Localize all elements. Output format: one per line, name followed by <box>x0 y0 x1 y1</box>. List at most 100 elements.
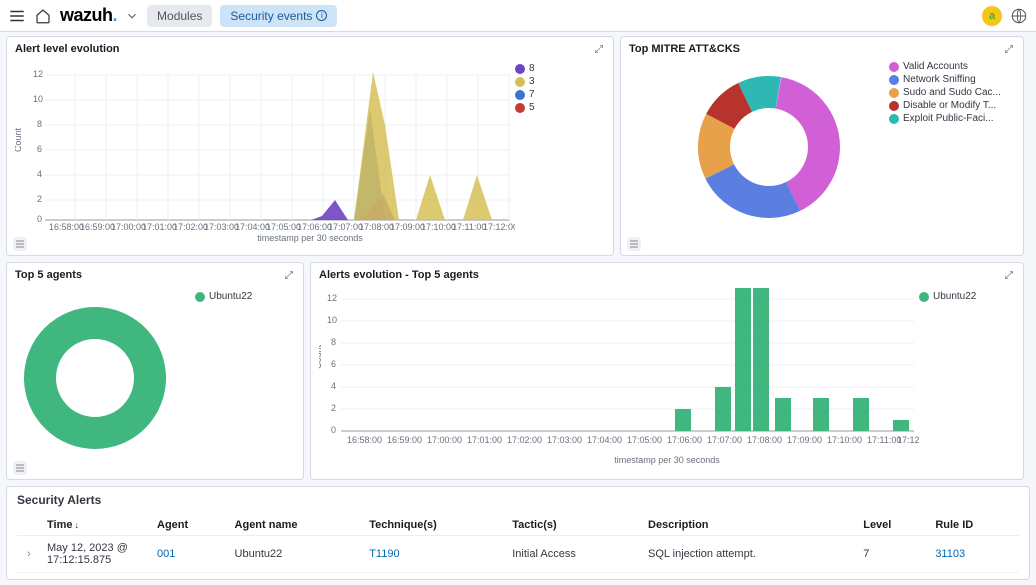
svg-text:17:03:00: 17:03:00 <box>547 435 582 445</box>
svg-text:17:03:00: 17:03:00 <box>204 222 239 232</box>
panel-top-mitre: Top MITRE ATT&CKS Valid Accounts Network… <box>620 36 1024 256</box>
svg-text:8: 8 <box>37 119 42 129</box>
svg-text:17:08:00: 17:08:00 <box>747 435 782 445</box>
cell-tactic: Initial Access <box>506 536 642 573</box>
table-row: › May 12, 2023 @ 17:12:15.875 001 Ubuntu… <box>17 536 1019 573</box>
logo: wazuh. <box>60 5 117 26</box>
svg-text:17:10:00: 17:10:00 <box>421 222 456 232</box>
svg-text:16:58:00: 16:58:00 <box>347 435 382 445</box>
svg-text:17:08:00: 17:08:00 <box>359 222 394 232</box>
svg-text:17:10:00: 17:10:00 <box>827 435 862 445</box>
panel-security-alerts: Security Alerts Time↓ Agent Agent name T… <box>6 486 1030 580</box>
home-icon[interactable] <box>34 7 52 25</box>
cell-technique-link[interactable]: T1190 <box>369 548 399 560</box>
expand-row-icon[interactable]: › <box>17 536 41 573</box>
top5-donut-chart <box>15 283 195 459</box>
svg-text:17:09:00: 17:09:00 <box>787 435 822 445</box>
svg-text:4: 4 <box>37 169 42 179</box>
svg-text:Count: Count <box>15 127 23 152</box>
svg-text:6: 6 <box>37 144 42 154</box>
svg-text:10: 10 <box>33 94 43 104</box>
sort-desc-icon: ↓ <box>74 520 79 530</box>
svg-text:8: 8 <box>331 337 336 347</box>
top5-legend: Ubuntu22 <box>195 283 252 459</box>
col-agent-name[interactable]: Agent name <box>229 515 364 536</box>
svg-text:17:00:00: 17:00:00 <box>427 435 462 445</box>
svg-text:17:05:00: 17:05:00 <box>627 435 662 445</box>
svg-text:17:04:00: 17:04:00 <box>587 435 622 445</box>
svg-text:17:12:00: 17:12:00 <box>483 222 515 232</box>
col-technique[interactable]: Technique(s) <box>363 515 506 536</box>
breadcrumb-security-events[interactable]: Security events i <box>220 5 337 27</box>
panel-top5-agents: Top 5 agents Ubuntu22 <box>6 262 304 480</box>
alert-level-chart: 121086420 16:58:0 <box>15 57 515 237</box>
svg-text:17:05:00: 17:05:00 <box>266 222 301 232</box>
panel-title: Top MITRE ATT&CKS <box>629 43 1015 55</box>
breadcrumb-modules[interactable]: Modules <box>147 5 212 27</box>
svg-text:0: 0 <box>37 214 42 224</box>
svg-text:17:09:00: 17:09:00 <box>390 222 425 232</box>
svg-text:17:07:00: 17:07:00 <box>328 222 363 232</box>
table-options-icon[interactable] <box>627 237 641 251</box>
cell-agent-link[interactable]: 001 <box>157 548 175 560</box>
expand-icon[interactable] <box>1003 43 1015 55</box>
svg-text:6: 6 <box>331 359 336 369</box>
table-title: Security Alerts <box>17 493 1019 507</box>
svg-text:Count: Count <box>319 344 323 369</box>
panel-title: Top 5 agents <box>15 269 295 281</box>
svg-text:17:11:00: 17:11:00 <box>452 222 486 232</box>
chevron-down-icon[interactable] <box>125 9 139 23</box>
svg-text:17:12:00: 17:12:00 <box>897 435 919 445</box>
svg-text:17:02:00: 17:02:00 <box>173 222 208 232</box>
col-tactic[interactable]: Tactic(s) <box>506 515 642 536</box>
svg-text:17:06:00: 17:06:00 <box>667 435 702 445</box>
svg-text:16:59:00: 16:59:00 <box>80 222 115 232</box>
svg-text:17:01:00: 17:01:00 <box>142 222 177 232</box>
svg-text:16:58:00: 16:58:00 <box>49 222 84 232</box>
info-icon[interactable]: i <box>316 10 327 21</box>
panel-title: Alerts evolution - Top 5 agents <box>319 269 1015 281</box>
cell-description: SQL injection attempt. <box>642 536 857 573</box>
menu-icon[interactable] <box>8 7 26 25</box>
col-rule-id[interactable]: Rule ID <box>929 515 1019 536</box>
svg-text:4: 4 <box>331 381 336 391</box>
table-options-icon[interactable] <box>13 237 27 251</box>
expand-icon[interactable] <box>1003 269 1015 281</box>
svg-text:17:06:00: 17:06:00 <box>297 222 332 232</box>
table-options-icon[interactable] <box>13 461 27 475</box>
col-level[interactable]: Level <box>857 515 929 536</box>
panel-alert-level-evolution: Alert level evolution 12 10 8 6 4 2 0 <box>6 36 614 256</box>
mitre-legend: Valid Accounts Network Sniffing Sudo and… <box>889 57 1001 237</box>
cell-rule-id-link[interactable]: 31103 <box>935 548 965 560</box>
col-time[interactable]: Time↓ <box>41 515 151 536</box>
expand-icon[interactable] <box>593 43 605 55</box>
mitre-donut-chart <box>629 57 889 237</box>
expand-icon[interactable] <box>283 269 295 281</box>
security-alerts-table: Time↓ Agent Agent name Technique(s) Tact… <box>17 515 1019 573</box>
svg-text:2: 2 <box>331 403 336 413</box>
svg-text:17:01:00: 17:01:00 <box>467 435 502 445</box>
cell-time: May 12, 2023 @ 17:12:15.875 <box>41 536 151 573</box>
svg-text:17:04:00: 17:04:00 <box>235 222 270 232</box>
svg-text:2: 2 <box>37 194 42 204</box>
cell-level: 7 <box>857 536 929 573</box>
svg-text:17:02:00: 17:02:00 <box>507 435 542 445</box>
alerts-evo-legend: Ubuntu22 <box>919 283 976 461</box>
col-description[interactable]: Description <box>642 515 857 536</box>
globe-icon[interactable] <box>1010 7 1028 25</box>
col-agent[interactable]: Agent <box>151 515 229 536</box>
alerts-evolution-chart: 121086420 16:58:001 <box>319 283 919 461</box>
svg-text:17:07:00: 17:07:00 <box>707 435 742 445</box>
svg-text:17:00:00: 17:00:00 <box>111 222 146 232</box>
svg-text:16:59:00: 16:59:00 <box>387 435 422 445</box>
svg-text:12: 12 <box>327 293 337 303</box>
avatar[interactable]: a <box>982 6 1002 26</box>
topbar: wazuh. Modules Security events i a <box>0 0 1036 32</box>
cell-agent-name: Ubuntu22 <box>229 536 364 573</box>
svg-text:12: 12 <box>33 69 43 79</box>
panel-alerts-evolution: Alerts evolution - Top 5 agents 12 10 8 6 4 2… <box>310 262 1024 480</box>
panel-title: Alert level evolution <box>15 43 605 55</box>
svg-text:0: 0 <box>331 425 336 435</box>
alert-level-legend: 8 3 7 5 <box>515 57 535 237</box>
svg-text:10: 10 <box>327 315 337 325</box>
